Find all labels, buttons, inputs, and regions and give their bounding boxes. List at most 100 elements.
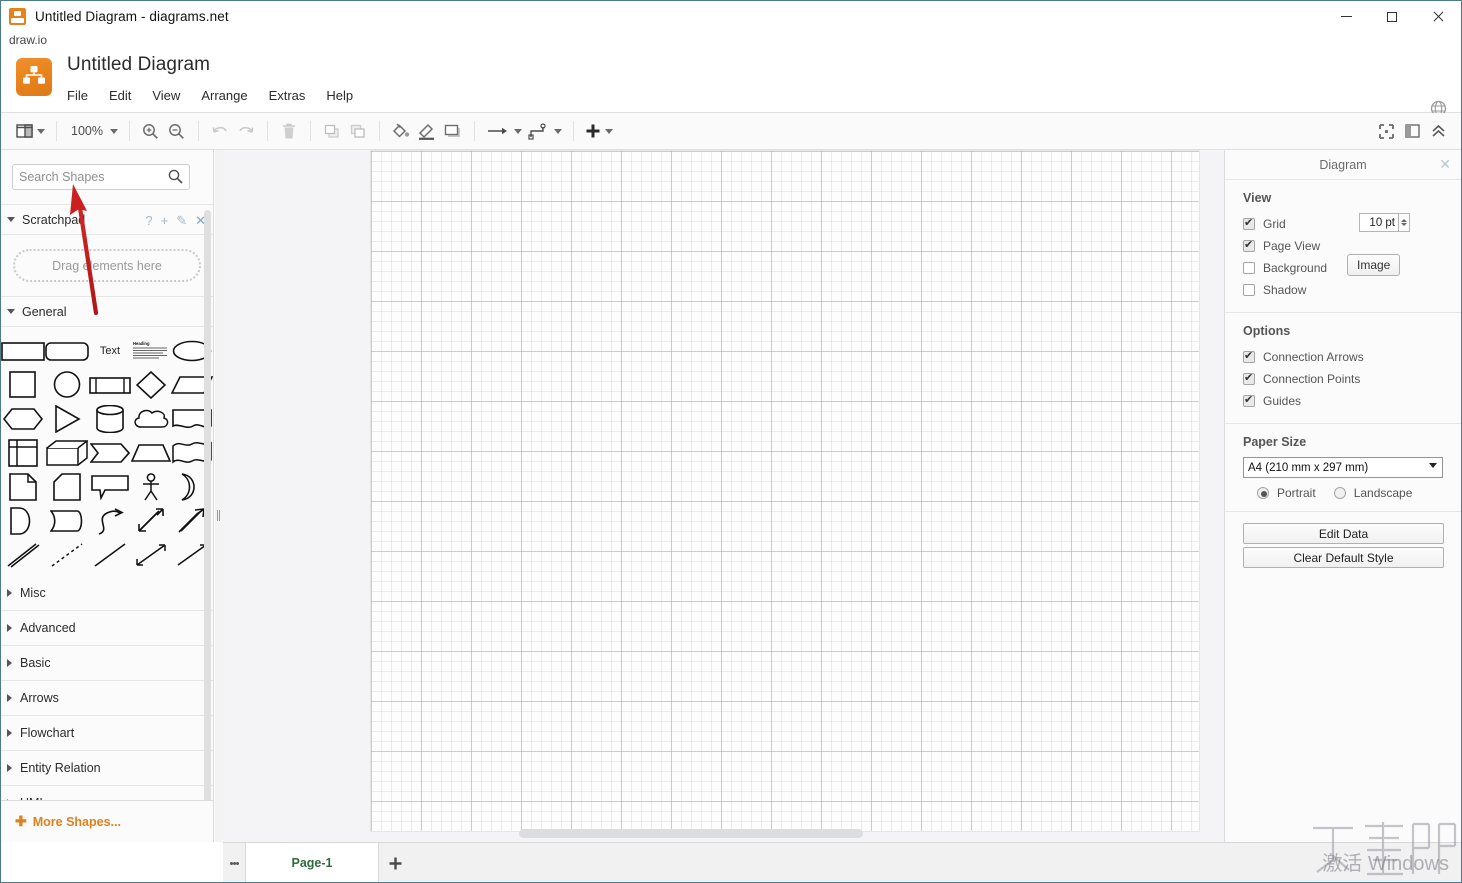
paper-size-select[interactable]: A4 (210 mm x 297 mm) <box>1243 457 1443 478</box>
background-image-button[interactable]: Image <box>1347 254 1401 276</box>
guides-checkbox[interactable] <box>1243 393 1255 407</box>
sidebar-item-misc[interactable]: Misc <box>1 576 213 611</box>
sidebar-item-advanced[interactable]: Advanced <box>1 611 213 646</box>
close-button[interactable] <box>1415 1 1461 32</box>
shape-cylinder[interactable] <box>89 404 131 433</box>
close-icon[interactable]: ✕ <box>1439 156 1451 173</box>
more-shapes-button[interactable]: ✚ More Shapes... <box>1 800 213 842</box>
shape-line[interactable] <box>89 540 131 569</box>
shape-data-storage[interactable] <box>45 506 89 535</box>
menu-edit[interactable]: Edit <box>109 85 141 106</box>
grid-size-input[interactable] <box>1359 213 1399 232</box>
general-section-header[interactable]: General <box>1 296 213 327</box>
search-icon[interactable] <box>168 169 183 187</box>
shape-cloud[interactable] <box>131 404 171 433</box>
scratchpad-header[interactable]: Scratchpad ? + ✎ ✕ <box>1 204 213 235</box>
shape-cube[interactable] <box>45 438 89 467</box>
menu-view[interactable]: View <box>152 85 190 106</box>
maximize-button[interactable] <box>1369 1 1415 32</box>
shape-double-line[interactable] <box>1 540 45 569</box>
general-label: General <box>22 304 67 319</box>
to-front-button[interactable] <box>319 118 345 144</box>
shape-circle[interactable] <box>45 370 89 399</box>
search-shapes-box[interactable] <box>12 164 190 190</box>
clear-default-style-button[interactable]: Clear Default Style <box>1243 547 1444 568</box>
shape-actor[interactable] <box>131 472 171 501</box>
sidebar-item-arrows[interactable]: Arrows <box>1 681 213 716</box>
shape-internal-storage[interactable] <box>1 438 45 467</box>
diagram-page[interactable] <box>371 151 1199 831</box>
fill-color-button[interactable] <box>388 118 414 144</box>
sidebar-item-flowchart[interactable]: Flowchart <box>1 716 213 751</box>
scratchpad-dropzone[interactable]: Drag elements here <box>13 249 201 282</box>
page-view-checkbox[interactable] <box>1243 238 1255 252</box>
edit-data-button[interactable]: Edit Data <box>1243 523 1444 544</box>
background-checkbox[interactable] <box>1243 262 1255 274</box>
shape-trapezoid[interactable] <box>131 438 171 467</box>
view-layout-button[interactable] <box>13 118 48 144</box>
sidebar-item-basic[interactable]: Basic <box>1 646 213 681</box>
sidebar-item-entity-relation[interactable]: Entity Relation <box>1 751 213 786</box>
shape-rectangle[interactable] <box>1 336 45 365</box>
collapse-toolbar-button[interactable] <box>1425 118 1451 144</box>
add-page-button[interactable] <box>379 843 411 883</box>
shape-note[interactable] <box>1 472 45 501</box>
menu-file[interactable]: File <box>67 85 98 106</box>
shape-rounded-rectangle[interactable] <box>45 336 89 365</box>
shapes-panel-scrollbar[interactable] <box>204 210 211 842</box>
redo-button[interactable] <box>233 118 259 144</box>
insert-button[interactable] <box>582 118 616 144</box>
zoom-level-button[interactable]: 100% <box>65 118 121 144</box>
kebab-menu-icon[interactable] <box>223 843 245 883</box>
canvas-horizontal-scrollbar[interactable] <box>223 829 1224 838</box>
shape-curve[interactable] <box>89 506 131 535</box>
scrollbar-thumb[interactable] <box>204 210 211 842</box>
connection-arrows-checkbox[interactable] <box>1243 349 1255 363</box>
scrollbar-thumb[interactable] <box>519 829 863 838</box>
shape-text[interactable]: Text <box>89 336 131 365</box>
scratchpad-edit-icon[interactable]: ✎ <box>176 213 187 229</box>
undo-button[interactable] <box>207 118 233 144</box>
shape-and[interactable] <box>1 506 45 535</box>
shape-process[interactable] <box>89 370 131 399</box>
grid-size-stepper[interactable] <box>1399 213 1410 232</box>
minimize-button[interactable] <box>1323 1 1369 32</box>
page-tab-page-1[interactable]: Page-1 <box>245 842 379 882</box>
line-color-button[interactable] <box>414 118 440 144</box>
panel-splitter[interactable] <box>215 150 223 842</box>
shadow-checkbox[interactable] <box>1243 284 1255 296</box>
splitter-grip <box>217 510 220 521</box>
shape-card[interactable] <box>45 472 89 501</box>
menu-help[interactable]: Help <box>326 85 363 106</box>
connection-arrow-button[interactable] <box>483 118 525 144</box>
shape-step[interactable] <box>89 438 131 467</box>
grid-checkbox[interactable] <box>1243 216 1255 230</box>
landscape-radio[interactable] <box>1333 487 1346 499</box>
shape-double-arrow-line[interactable] <box>131 540 171 569</box>
search-input[interactable] <box>19 170 161 184</box>
fullscreen-button[interactable] <box>1373 118 1399 144</box>
shadow-button[interactable] <box>440 118 466 144</box>
zoom-out-button[interactable] <box>164 118 190 144</box>
shape-hexagon[interactable] <box>1 404 45 433</box>
category-label: Advanced <box>20 621 76 635</box>
zoom-in-button[interactable] <box>138 118 164 144</box>
connection-points-checkbox[interactable] <box>1243 371 1255 385</box>
shape-textbox[interactable]: Heading <box>131 336 171 365</box>
shape-bidirectional-arrow[interactable] <box>131 506 171 535</box>
scratchpad-add-icon[interactable]: + <box>161 213 169 228</box>
shape-triangle[interactable] <box>45 404 89 433</box>
to-back-button[interactable] <box>345 118 371 144</box>
format-panel-button[interactable] <box>1399 118 1425 144</box>
waypoints-button[interactable] <box>525 118 565 144</box>
shape-square[interactable] <box>1 370 45 399</box>
menu-extras[interactable]: Extras <box>269 85 316 106</box>
shape-diamond[interactable] <box>131 370 171 399</box>
delete-button[interactable] <box>276 118 302 144</box>
portrait-radio[interactable] <box>1257 487 1269 499</box>
diagram-canvas[interactable] <box>223 150 1224 842</box>
menu-arrange[interactable]: Arrange <box>201 85 257 106</box>
shape-callout[interactable] <box>89 472 131 501</box>
scratchpad-help-icon[interactable]: ? <box>145 213 152 228</box>
shape-dashed-line[interactable] <box>45 540 89 569</box>
